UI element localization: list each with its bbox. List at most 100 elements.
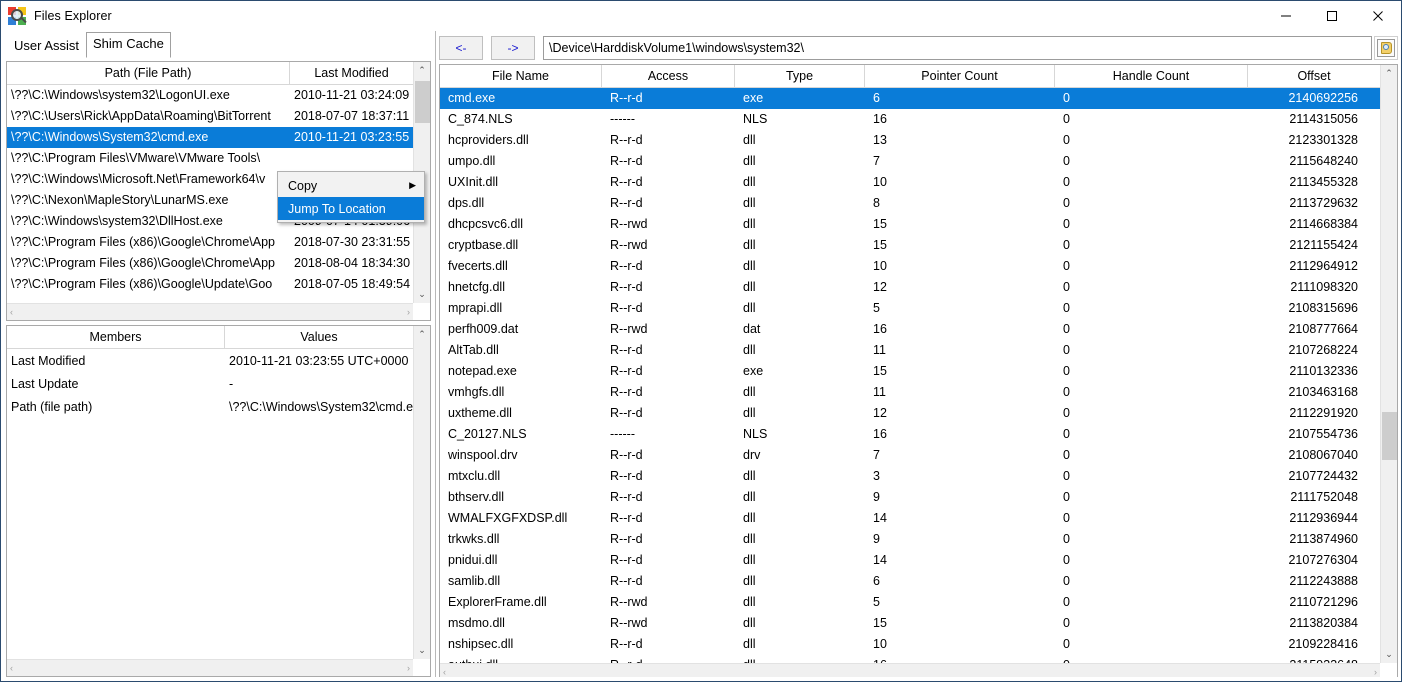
close-button[interactable] xyxy=(1355,1,1401,31)
table-row[interactable]: \??\C:\Program Files (x86)\Google\Chrome… xyxy=(7,253,413,274)
cell-last-modified: 2018-08-04 18:34:30 xyxy=(294,256,411,270)
table-row[interactable]: winspool.drv R--r-d drv 7 0 2108067040 xyxy=(440,445,1380,466)
table-row[interactable]: mprapi.dll R--r-d dll 5 0 2108315696 xyxy=(440,298,1380,319)
cell-type: dll xyxy=(743,406,756,420)
table-row[interactable]: msdmo.dll R--rwd dll 15 0 2113820384 xyxy=(440,613,1380,634)
cell-offset: 2108777664 xyxy=(1288,322,1358,336)
scroll-left-icon[interactable]: ‹ xyxy=(10,307,13,317)
cell-access: R--r-d xyxy=(610,469,643,483)
cell-type: dll xyxy=(743,490,756,504)
cell-handle-count: 0 xyxy=(1063,469,1070,483)
details-rows: Last Modified 2010-11-21 03:23:55 UTC+000… xyxy=(7,349,413,659)
context-menu: Copy ▶ Jump To Location xyxy=(277,171,425,223)
column-header-pointer-count[interactable]: Pointer Count xyxy=(865,65,1055,87)
table-row[interactable]: samlib.dll R--r-d dll 6 0 2112243888 xyxy=(440,571,1380,592)
table-row[interactable]: uxtheme.dll R--r-d dll 12 0 2112291920 xyxy=(440,403,1380,424)
table-row[interactable]: umpo.dll R--r-d dll 7 0 2115648240 xyxy=(440,151,1380,172)
folder-search-icon[interactable] xyxy=(1374,36,1398,60)
scroll-right-icon[interactable]: › xyxy=(407,307,410,317)
minimize-button[interactable] xyxy=(1263,1,1309,31)
shimcache-horizontal-scrollbar[interactable]: ‹ › xyxy=(7,303,413,320)
cell-type: dll xyxy=(743,616,756,630)
scroll-up-icon[interactable]: ⌃ xyxy=(1381,65,1398,82)
table-row[interactable]: dhcpcsvc6.dll R--rwd dll 15 0 2114668384 xyxy=(440,214,1380,235)
context-menu-item-copy[interactable]: Copy ▶ xyxy=(278,174,424,197)
cell-path: \??\C:\Program Files (x86)\Google\Chrome… xyxy=(11,256,275,270)
cell-access: R--r-d xyxy=(610,91,643,105)
table-row[interactable]: pnidui.dll R--r-d dll 14 0 2107276304 xyxy=(440,550,1380,571)
table-row[interactable]: \??\C:\Users\Rick\AppData\Roaming\BitTor… xyxy=(7,106,413,127)
table-row[interactable]: C_874.NLS ------ NLS 16 0 2114315056 xyxy=(440,109,1380,130)
column-header-file-name[interactable]: File Name xyxy=(440,65,602,87)
scroll-down-icon[interactable]: ⌄ xyxy=(414,642,431,659)
table-row[interactable]: notepad.exe R--r-d exe 15 0 2110132336 xyxy=(440,361,1380,382)
context-menu-item-label: Jump To Location xyxy=(288,201,386,216)
cell-member: Last Modified xyxy=(11,353,86,368)
context-menu-item-jump-to-location[interactable]: Jump To Location xyxy=(278,197,424,220)
cell-handle-count: 0 xyxy=(1063,175,1070,189)
column-header-last-modified[interactable]: Last Modified xyxy=(290,62,413,84)
table-row[interactable]: authui.dllR--r-ddll1602115933648 xyxy=(440,655,1380,663)
column-header-offset[interactable]: Offset xyxy=(1248,65,1380,87)
table-row[interactable]: mtxclu.dll R--r-d dll 3 0 2107724432 xyxy=(440,466,1380,487)
file-table-vertical-scrollbar[interactable]: ⌃ ⌄ xyxy=(1380,65,1397,663)
cell-pointer-count: 15 xyxy=(873,364,887,378)
column-header-type[interactable]: Type xyxy=(735,65,865,87)
details-vertical-scrollbar[interactable]: ⌃ ⌄ xyxy=(413,326,430,659)
column-header-access[interactable]: Access xyxy=(602,65,735,87)
table-row[interactable]: fvecerts.dll R--r-d dll 10 0 2112964912 xyxy=(440,256,1380,277)
scroll-down-icon[interactable]: ⌄ xyxy=(414,286,431,303)
scroll-left-icon[interactable]: ‹ xyxy=(443,667,446,677)
table-row[interactable]: UXInit.dll R--r-d dll 10 0 2113455328 xyxy=(440,172,1380,193)
cell-type: dll xyxy=(743,553,756,567)
table-row[interactable]: hnetcfg.dll R--r-d dll 12 0 2111098320 xyxy=(440,277,1380,298)
cell-handle-count: 0 xyxy=(1063,616,1070,630)
table-row[interactable]: AltTab.dll R--r-d dll 11 0 2107268224 xyxy=(440,340,1380,361)
scroll-up-icon[interactable]: ⌃ xyxy=(414,62,431,79)
table-row[interactable]: nshipsec.dll R--r-d dll 10 0 2109228416 xyxy=(440,634,1380,655)
table-row[interactable]: bthserv.dll R--r-d dll 9 0 2111752048 xyxy=(440,487,1380,508)
cell-pointer-count: 15 xyxy=(873,238,887,252)
cell-offset: 2113874960 xyxy=(1289,532,1358,546)
table-row[interactable]: ExplorerFrame.dll R--rwd dll 5 0 2110721296 xyxy=(440,592,1380,613)
back-button[interactable]: <- xyxy=(439,36,483,60)
tab-shim-cache[interactable]: Shim Cache xyxy=(86,32,171,58)
cell-handle-count: 0 xyxy=(1063,595,1070,609)
column-header-handle-count[interactable]: Handle Count xyxy=(1055,65,1248,87)
scroll-up-icon[interactable]: ⌃ xyxy=(414,326,431,343)
cell-access: R--r-d xyxy=(610,385,643,399)
forward-button[interactable]: -> xyxy=(491,36,535,60)
path-input[interactable]: \Device\HarddiskVolume1\windows\system32… xyxy=(543,36,1372,60)
table-row[interactable]: trkwks.dll R--r-d dll 9 0 2113874960 xyxy=(440,529,1380,550)
table-row[interactable]: cryptbase.dll R--rwd dll 15 0 2121155424 xyxy=(440,235,1380,256)
column-header-values[interactable]: Values xyxy=(225,326,413,348)
table-row[interactable]: \??\C:\Program Files\VMware\VMware Tools… xyxy=(7,148,413,169)
cell-pointer-count: 7 xyxy=(873,154,880,168)
table-row[interactable]: vmhgfs.dll R--r-d dll 11 0 2103463168 xyxy=(440,382,1380,403)
cell-offset: 2113455328 xyxy=(1289,175,1358,189)
table-row[interactable]: cmd.exe R--r-d exe 6 0 2140692256 xyxy=(440,88,1380,109)
table-row[interactable]: \??\C:\Program Files (x86)\Google\Chrome… xyxy=(7,232,413,253)
table-row[interactable]: Path (file path) \??\C:\Windows\System32\… xyxy=(7,395,413,418)
tab-user-assist[interactable]: User Assist xyxy=(7,34,86,59)
table-row[interactable]: \??\C:\Program Files (x86)\Google\Update… xyxy=(7,274,413,295)
table-row[interactable]: dps.dll R--r-d dll 8 0 2113729632 xyxy=(440,193,1380,214)
details-horizontal-scrollbar[interactable]: ‹ › xyxy=(7,659,413,676)
maximize-button[interactable] xyxy=(1309,1,1355,31)
table-row[interactable]: Last Update - xyxy=(7,372,413,395)
scroll-left-icon[interactable]: ‹ xyxy=(10,663,13,673)
table-row[interactable]: perfh009.dat R--rwd dat 16 0 2108777664 xyxy=(440,319,1380,340)
scroll-right-icon[interactable]: › xyxy=(1374,667,1377,677)
table-row[interactable]: hcproviders.dll R--r-d dll 13 0 2123301328 xyxy=(440,130,1380,151)
table-row[interactable]: \??\C:\Windows\System32\cmd.exe 2010-11-2… xyxy=(7,127,413,148)
column-header-path[interactable]: Path (File Path) xyxy=(7,62,290,84)
window-title: Files Explorer xyxy=(34,9,112,23)
cell-access: R--rwd xyxy=(610,595,648,609)
scroll-right-icon[interactable]: › xyxy=(407,663,410,673)
table-row[interactable]: Last Modified 2010-11-21 03:23:55 UTC+000… xyxy=(7,349,413,372)
column-header-members[interactable]: Members xyxy=(7,326,225,348)
scroll-down-icon[interactable]: ⌄ xyxy=(1381,646,1398,663)
table-row[interactable]: \??\C:\Windows\system32\LogonUI.exe 2010-… xyxy=(7,85,413,106)
table-row[interactable]: C_20127.NLS ------ NLS 16 0 2107554736 xyxy=(440,424,1380,445)
table-row[interactable]: WMALFXGFXDSP.dll R--r-d dll 14 0 2112936944 xyxy=(440,508,1380,529)
